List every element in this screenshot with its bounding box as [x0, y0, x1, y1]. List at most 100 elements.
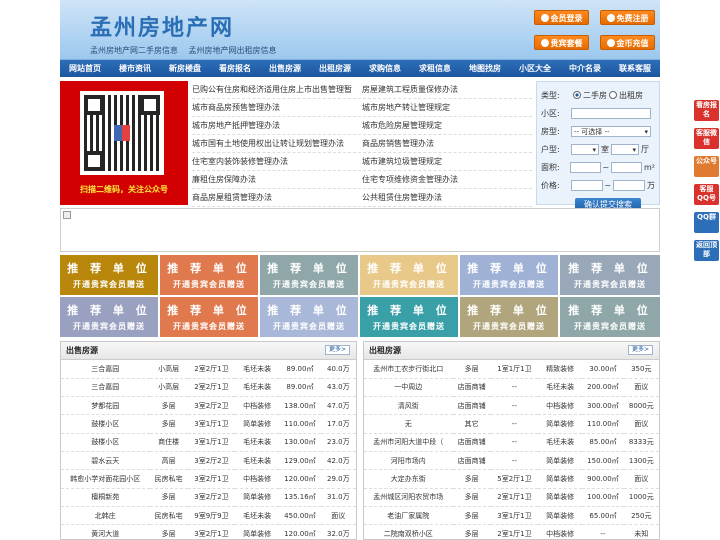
recommend-tile[interactable]: 推 荐 单 位开通贵宾会员赠送: [260, 255, 358, 295]
recommend-tile[interactable]: 推 荐 单 位开通贵宾会员赠送: [560, 255, 660, 295]
table-row[interactable]: 碧水云天 高层 3室2厅2卫 毛坯未装 129.00㎡ 42.0万: [61, 451, 356, 471]
table-row[interactable]: 韩愈小学对面花园小区 民房私宅 3室2厅1卫 中档装修 120.00㎡ 29.0万: [61, 469, 356, 489]
recommend-tile[interactable]: 推 荐 单 位开通贵宾会员赠送: [360, 297, 458, 337]
table-cell[interactable]: 梦都花园: [61, 396, 150, 416]
sale-more-link[interactable]: 更多>: [324, 345, 350, 355]
ad-banner[interactable]: [60, 208, 660, 252]
price-max-input[interactable]: [613, 179, 645, 191]
house-type-select[interactable]: -- 可选择 --: [571, 125, 651, 137]
news-link[interactable]: 住宅专项维修资金管理办法: [362, 171, 532, 188]
table-cell[interactable]: 黄河大道: [61, 524, 150, 540]
news-link[interactable]: 城市房地产抵押管理办法: [192, 117, 362, 134]
community-input[interactable]: [571, 107, 651, 119]
nav-map[interactable]: 地图找房: [469, 63, 501, 74]
recommend-tile[interactable]: 推 荐 单 位开通贵宾会员赠送: [460, 297, 558, 337]
price-min-input[interactable]: [570, 179, 603, 191]
recommend-tile[interactable]: 推 荐 单 位开通贵宾会员赠送: [360, 255, 458, 295]
table-row[interactable]: 鼓楼小区 多层 3室1厅1卫 简单装修 110.00㎡ 17.0万: [61, 414, 356, 434]
news-link[interactable]: 房屋建筑工程质量保修办法: [362, 81, 532, 98]
recommend-tile[interactable]: 推 荐 单 位开通贵宾会员赠送: [60, 255, 158, 295]
nav-new-homes[interactable]: 新房楼盘: [169, 63, 201, 74]
rent-more-link[interactable]: 更多>: [627, 345, 653, 355]
nav-wanted-rent[interactable]: 求租信息: [419, 63, 451, 74]
size-max-input[interactable]: [611, 161, 642, 173]
recommend-tile[interactable]: 推 荐 单 位开通贵宾会员赠送: [160, 297, 258, 337]
site-logo[interactable]: 孟州房地产网: [90, 10, 234, 42]
table-cell[interactable]: 碧水云天: [61, 451, 150, 471]
subtitle-rent-link[interactable]: 孟州房地产网出租房信息: [189, 46, 277, 55]
nav-wanted-buy[interactable]: 求购信息: [369, 63, 401, 74]
table-row[interactable]: 孟州市工农步行街北口 多层 1室1厅1卫 精致装修 30.00㎡ 350元: [364, 360, 659, 379]
table-cell[interactable]: 清风街: [364, 396, 453, 416]
table-cell[interactable]: 孟州城区河阳农贸市场: [364, 488, 453, 507]
table-row[interactable]: 孟州城区河阳农贸市场 多层 2室1厅1卫 简单装修 100.00㎡ 1000元: [364, 488, 659, 507]
nav-contact[interactable]: 联系客服: [619, 63, 651, 74]
news-link[interactable]: 商品房销售管理办法: [362, 135, 532, 152]
table-row[interactable]: 梦都花园 多层 3室2厅2卫 中档装修 138.00㎡ 47.0万: [61, 396, 356, 416]
nav-agents[interactable]: 中介名录: [569, 63, 601, 74]
side-wechat[interactable]: 客服微信: [694, 128, 719, 149]
table-cell[interactable]: 河阳市场内: [364, 451, 453, 471]
news-link[interactable]: 城市国有土地使用权出让转让规划管理办法: [192, 135, 362, 152]
nav-home[interactable]: 网站首页: [69, 63, 101, 74]
table-row[interactable]: 无其它 -- 简单装修 110.00㎡ 面议: [364, 414, 659, 434]
table-row[interactable]: 清风街 店面商铺 -- 中档装修 300.00㎡ 8000元: [364, 396, 659, 416]
room-select[interactable]: [571, 143, 599, 155]
news-link[interactable]: 住宅室内装饰装修管理办法: [192, 153, 362, 170]
nav-sale[interactable]: 出售房源: [269, 63, 301, 74]
recommend-tile[interactable]: 推 荐 单 位开通贵宾会员赠送: [160, 255, 258, 295]
table-cell[interactable]: 老油厂家属院: [364, 506, 453, 526]
recommend-tile[interactable]: 推 荐 单 位开通贵宾会员赠送: [460, 255, 558, 295]
table-cell[interactable]: 北韩庄: [61, 506, 150, 526]
nav-news[interactable]: 楼市资讯: [119, 63, 151, 74]
recommend-tile[interactable]: 推 荐 单 位开通贵宾会员赠送: [260, 297, 358, 337]
vip-package-button[interactable]: 贵宾套餐: [534, 35, 589, 50]
side-viewing-signup[interactable]: 看房报名: [694, 100, 719, 121]
table-cell[interactable]: 大定办东街: [364, 469, 453, 489]
table-row[interactable]: 三合嘉园 小高层 2室2厅1卫 毛坯未装 89.00㎡ 40.0万: [61, 360, 356, 379]
news-link[interactable]: 廉租住房保障办法: [192, 171, 362, 188]
table-row[interactable]: 黄河大道 多层 3室2厅1卫 简单装修 120.00㎡ 32.0万: [61, 524, 356, 540]
table-cell[interactable]: 一中周边: [364, 378, 453, 398]
table-cell[interactable]: 鼓楼小区: [61, 433, 150, 452]
side-qq[interactable]: 客服QQ号: [694, 184, 719, 205]
side-official-account[interactable]: 公众号: [694, 156, 719, 177]
table-row[interactable]: 老油厂家属院 多层 3室1厅1卫 简单装修 65.00㎡ 250元: [364, 506, 659, 526]
member-login-button[interactable]: 会员登录: [534, 10, 589, 25]
table-row[interactable]: 三合嘉园 小高层 2室2厅1卫 毛坯未装 89.00㎡ 43.0万: [61, 378, 356, 398]
nav-communities[interactable]: 小区大全: [519, 63, 551, 74]
nav-rent[interactable]: 出租房源: [319, 63, 351, 74]
recommend-tile[interactable]: 推 荐 单 位开通贵宾会员赠送: [560, 297, 660, 337]
news-link[interactable]: 城市房地产转让管理规定: [362, 99, 532, 116]
recommend-tile[interactable]: 推 荐 单 位开通贵宾会员赠送: [60, 297, 158, 337]
size-min-input[interactable]: [569, 161, 601, 173]
table-cell[interactable]: 三合嘉园: [61, 378, 150, 398]
table-cell[interactable]: 韩愈小学对面花园小区: [61, 469, 150, 489]
hall-select[interactable]: [611, 143, 639, 155]
table-row[interactable]: 大定办东街 多层 5室2厅1卫 简单装修 900.00㎡ 面议: [364, 469, 659, 489]
news-link[interactable]: 城市建筑垃圾管理规定: [362, 153, 532, 170]
coin-recharge-button[interactable]: 金币充值: [600, 35, 655, 50]
rent-radio[interactable]: [609, 91, 617, 99]
subtitle-sale-link[interactable]: 孟州房地产网二手房信息: [90, 46, 178, 55]
side-qq-group[interactable]: QQ群: [694, 212, 719, 233]
news-link[interactable]: 已购公有住房和经济适用住房上市出售管理暂: [192, 81, 362, 98]
table-row[interactable]: 一中周边 店面商铺 -- 毛坯未装 200.00㎡ 面议: [364, 378, 659, 398]
news-link[interactable]: 公共租赁住房管理办法: [362, 189, 532, 206]
table-row[interactable]: 北韩庄 民房私宅 9室9厅9卫 毛坯未装 450.00㎡ 面议: [61, 506, 356, 526]
register-button[interactable]: 免费注册: [600, 10, 655, 25]
table-row[interactable]: 孟州市河阳大道中段（ 店面商铺 -- 毛坯未装 85.00㎡ 8333元: [364, 433, 659, 452]
table-cell[interactable]: 孟州市河阳大道中段（: [364, 433, 453, 452]
news-link[interactable]: 商品房屋租赁管理办法: [192, 189, 362, 206]
table-row[interactable]: 二院南双桥小区 多层 2室1厅1卫 中档装修 -- 未知: [364, 524, 659, 540]
side-back-to-top[interactable]: 返回顶部: [694, 240, 719, 261]
nav-viewing-signup[interactable]: 看房报名: [219, 63, 251, 74]
news-link[interactable]: 城市商品房预售管理办法: [192, 99, 362, 116]
table-cell[interactable]: 孟州市工农步行街北口: [364, 360, 453, 379]
table-row[interactable]: 河阳市场内 店面商铺 -- 简单装修 150.00㎡ 1300元: [364, 451, 659, 471]
news-link[interactable]: 城市危险房屋管理规定: [362, 117, 532, 134]
table-cell[interactable]: 鼓楼小区: [61, 414, 150, 434]
table-cell[interactable]: 二院南双桥小区: [364, 524, 453, 540]
table-cell[interactable]: 檀桐新苑: [61, 488, 150, 507]
table-row[interactable]: 檀桐新苑 多层 3室2厅2卫 简单装修 135.16㎡ 31.0万: [61, 488, 356, 507]
